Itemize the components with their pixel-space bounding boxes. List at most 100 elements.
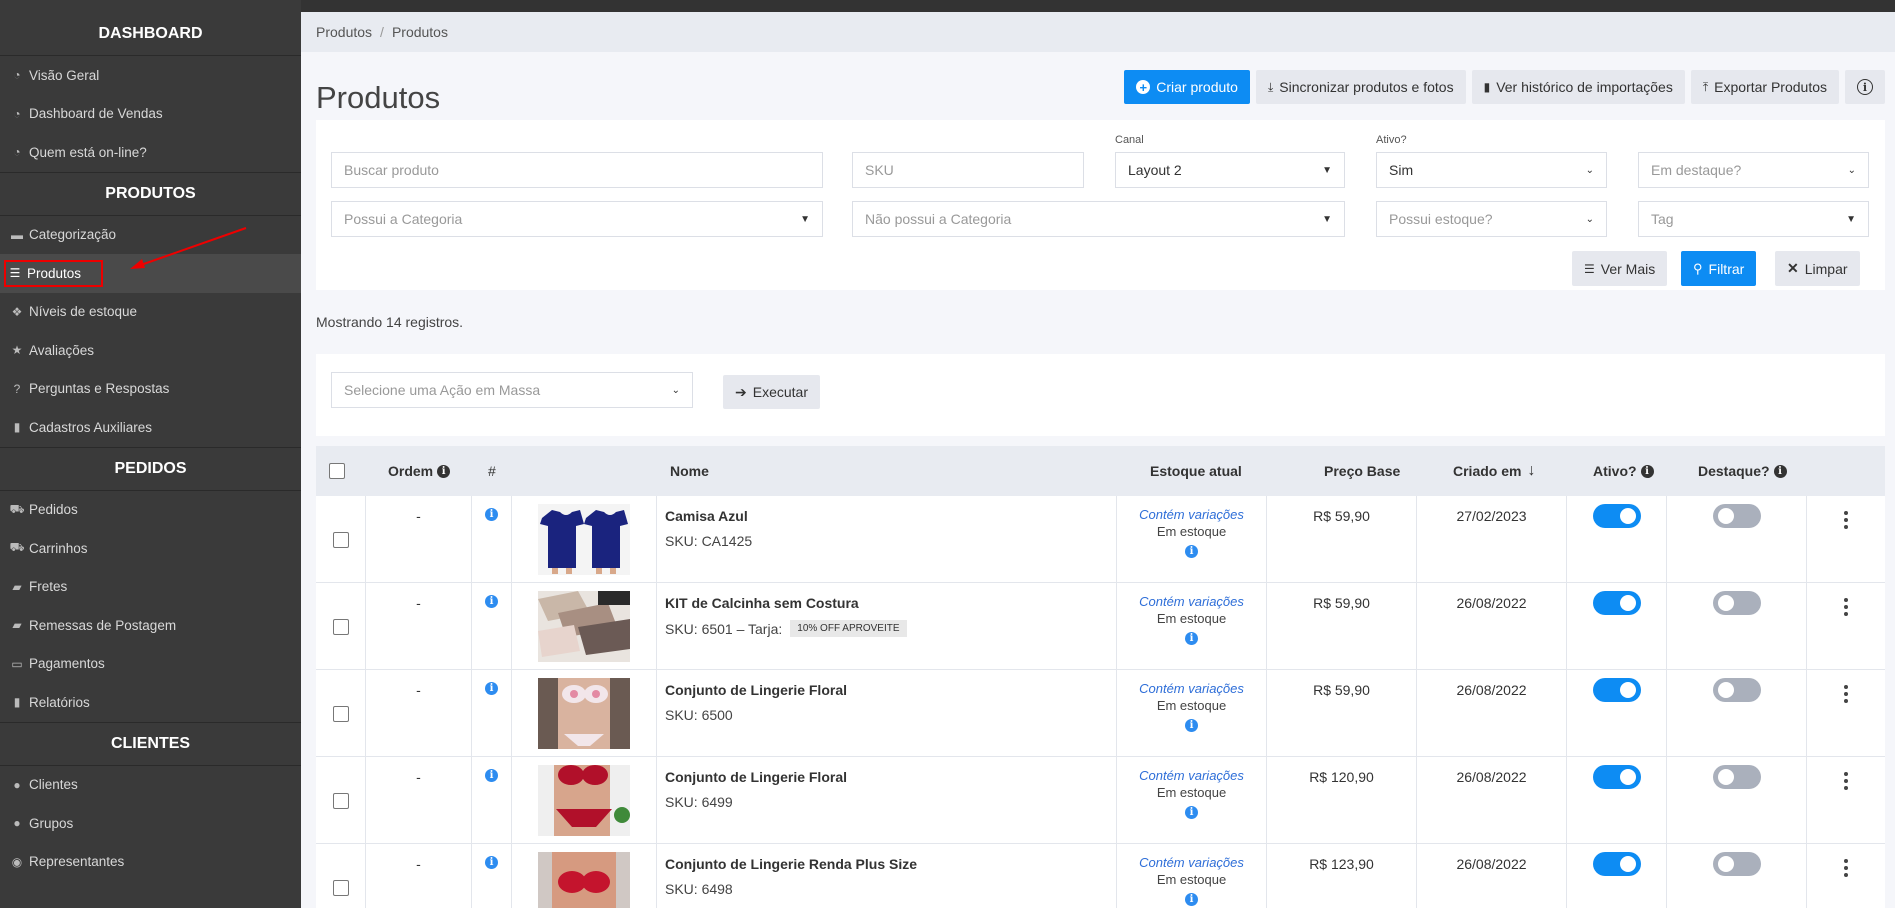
header-criado[interactable]: Criado em ↓: [1453, 446, 1535, 496]
destaque-select[interactable]: Em destaque? ⌄: [1638, 152, 1869, 188]
info-icon[interactable]: i: [1185, 545, 1198, 558]
clear-button[interactable]: ✕ Limpar: [1775, 251, 1860, 286]
price-cell: R$ 120,90: [1267, 757, 1417, 844]
more-vertical-icon[interactable]: [1844, 598, 1848, 670]
featured-toggle[interactable]: [1712, 591, 1761, 615]
chevron-down-icon: ⌄: [1585, 213, 1594, 225]
active-toggle[interactable]: [1592, 852, 1641, 876]
product-name[interactable]: Conjunto de Lingerie Renda Plus Size: [665, 856, 1116, 872]
table-row: - i Conjunto de Lingerie Floral SKU: 6500 Co…: [316, 670, 1885, 757]
header-ativo[interactable]: Ativo? i: [1593, 446, 1654, 496]
sidebar-item-cadastros[interactable]: ▮ Cadastros Auxiliares: [0, 408, 301, 447]
sidebar-item-dashboard-vendas[interactable]: ◔ Dashboard de Vendas: [0, 95, 301, 134]
select-all-checkbox[interactable]: [329, 446, 345, 496]
more-vertical-icon[interactable]: [1844, 859, 1848, 908]
product-name[interactable]: KIT de Calcinha sem Costura: [665, 595, 1116, 611]
records-count: Mostrando 14 registros.: [316, 314, 464, 330]
ativo-select[interactable]: Sim ⌄: [1376, 152, 1607, 188]
mass-action-select[interactable]: Selecione uma Ação em Massa ⌄: [331, 372, 693, 408]
more-vertical-icon[interactable]: [1844, 685, 1848, 757]
search-input[interactable]: Buscar produto: [331, 152, 823, 188]
name-cell: Conjunto de Lingerie Renda Plus Size SKU:…: [657, 844, 1117, 908]
row-checkbox[interactable]: [332, 792, 349, 809]
featured-toggle[interactable]: [1712, 852, 1761, 876]
variations-link[interactable]: Contém variações: [1117, 681, 1266, 696]
ordem-cell: -: [366, 670, 472, 757]
active-toggle[interactable]: [1592, 765, 1641, 789]
info-icon[interactable]: i: [485, 682, 498, 695]
sku-input[interactable]: SKU: [852, 152, 1084, 188]
filter-button[interactable]: ⚲ Filtrar: [1681, 251, 1757, 286]
featured-toggle[interactable]: [1712, 678, 1761, 702]
sidebar-section-dashboard: DASHBOARD: [0, 12, 301, 56]
variations-link[interactable]: Contém variações: [1117, 855, 1266, 870]
import-history-button[interactable]: ▮ Ver histórico de importações: [1471, 70, 1685, 104]
featured-toggle[interactable]: [1712, 765, 1761, 789]
info-icon[interactable]: i: [485, 856, 498, 869]
sidebar-item-visao-geral[interactable]: ◔ Visão Geral: [0, 56, 301, 95]
info-button[interactable]: i: [1845, 70, 1885, 104]
info-icon[interactable]: i: [1185, 719, 1198, 732]
row-checkbox[interactable]: [332, 879, 349, 896]
sidebar-item-categorizacao[interactable]: ▬ Categorização: [0, 216, 301, 255]
product-name[interactable]: Camisa Azul: [665, 508, 1116, 524]
sidebar-item-remessas[interactable]: ▰ Remessas de Postagem: [0, 606, 301, 645]
sidebar-item-fretes[interactable]: ▰ Fretes: [0, 568, 301, 607]
row-checkbox[interactable]: [332, 618, 349, 635]
info-circle-icon: i: [1857, 79, 1873, 95]
tag-select[interactable]: Tag ▼: [1638, 201, 1869, 237]
sync-products-button[interactable]: ⤓ Sincronizar produtos e fotos: [1255, 70, 1466, 104]
active-toggle[interactable]: [1592, 504, 1641, 528]
product-name[interactable]: Conjunto de Lingerie Floral: [665, 769, 1116, 785]
sidebar-item-grupos[interactable]: ● Grupos: [0, 804, 301, 843]
sidebar-item-pedidos[interactable]: ⛟ Pedidos: [0, 491, 301, 530]
breadcrumb-link-produtos[interactable]: Produtos: [316, 24, 372, 40]
thumbnail-cell: [512, 583, 657, 670]
has-category-select[interactable]: Possui a Categoria ▼: [331, 201, 823, 237]
header-preco[interactable]: Preço Base: [1324, 446, 1400, 496]
create-product-button[interactable]: + Criar produto: [1124, 70, 1250, 104]
stock-select[interactable]: Possui estoque? ⌄: [1376, 201, 1607, 237]
sidebar-item-perguntas[interactable]: ? Perguntas e Respostas: [0, 370, 301, 409]
info-icon[interactable]: i: [1185, 632, 1198, 645]
export-products-button[interactable]: ⤒ Exportar Produtos: [1690, 70, 1839, 104]
info-icon[interactable]: i: [1185, 893, 1198, 906]
sidebar: DASHBOARD ◔ Visão Geral ◔ Dashboard de Ven…: [0, 0, 301, 908]
more-vertical-icon[interactable]: [1844, 511, 1848, 583]
info-icon[interactable]: i: [1185, 806, 1198, 819]
active-toggle[interactable]: [1592, 678, 1641, 702]
sidebar-item-avaliacoes[interactable]: ★ Avaliações: [0, 331, 301, 370]
row-checkbox[interactable]: [332, 531, 349, 548]
ordem-cell: -: [366, 496, 472, 583]
variations-link[interactable]: Contém variações: [1117, 507, 1266, 522]
info-icon[interactable]: i: [485, 769, 498, 782]
not-category-select[interactable]: Não possui a Categoria ▼: [852, 201, 1345, 237]
sidebar-item-carrinhos[interactable]: ⛟ Carrinhos: [0, 529, 301, 568]
sidebar-item-relatorios[interactable]: ▮ Relatórios: [0, 683, 301, 722]
featured-toggle[interactable]: [1712, 504, 1761, 528]
row-select-cell: [316, 583, 366, 670]
info-icon[interactable]: i: [485, 508, 498, 521]
header-destaque[interactable]: Destaque? i: [1698, 446, 1787, 496]
product-name[interactable]: Conjunto de Lingerie Floral: [665, 682, 1116, 698]
sidebar-item-niveis-estoque[interactable]: ❖ Níveis de estoque: [0, 293, 301, 332]
main-content: Produtos / Produtos Produtos + Criar pro…: [301, 12, 1895, 908]
sidebar-item-produtos[interactable]: ☰ Produtos: [0, 254, 301, 293]
active-toggle[interactable]: [1592, 591, 1641, 615]
more-vertical-icon[interactable]: [1844, 772, 1848, 844]
variations-link[interactable]: Contém variações: [1117, 594, 1266, 609]
row-checkbox[interactable]: [332, 705, 349, 722]
execute-button[interactable]: ➔ Executar: [723, 375, 820, 409]
product-thumbnail: [538, 852, 630, 908]
canal-select[interactable]: Layout 2 ▼: [1115, 152, 1345, 188]
sidebar-item-pagamentos[interactable]: ▭ Pagamentos: [0, 645, 301, 684]
sidebar-item-clientes[interactable]: ● Clientes: [0, 766, 301, 805]
ver-mais-button[interactable]: ☰ Ver Mais: [1572, 251, 1668, 286]
header-nome[interactable]: Nome: [670, 446, 709, 496]
sidebar-item-representantes[interactable]: ◉ Representantes: [0, 843, 301, 882]
variations-link[interactable]: Contém variações: [1117, 768, 1266, 783]
header-hash: #: [488, 463, 496, 479]
sidebar-item-quem-online[interactable]: ◔ Quem está on-line?: [0, 133, 301, 172]
info-icon[interactable]: i: [485, 595, 498, 608]
header-ordem[interactable]: Ordem i: [388, 446, 451, 496]
